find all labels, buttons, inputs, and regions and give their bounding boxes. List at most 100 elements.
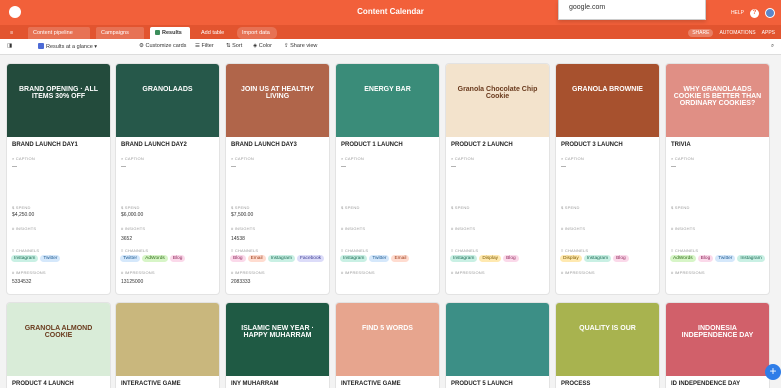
tab-campaigns[interactable]: Campaigns [96, 27, 144, 39]
channel-tags: Instagram Twitter Email [340, 255, 410, 262]
channel-tags: AdWords Blog Twitter Instagram [670, 255, 765, 262]
table-tabs: ≡ Content pipeline Campaigns Results Add… [0, 25, 781, 39]
add-record-button[interactable]: + [765, 364, 781, 380]
spend-label: $ SPEND [121, 205, 140, 210]
record-card[interactable]: GRANOLA ALMOND COOKIE PRODUCT 4 LAUNCH [7, 303, 110, 388]
record-card[interactable]: BRAND OPENING · ALL ITEMS 30% OFF BRAND L… [7, 64, 110, 294]
caption-label: ⌕ CAPTION [231, 156, 254, 161]
card-cover-image: ENERGY BAR [336, 64, 439, 137]
channel-tags: Display Instagram Blog [560, 255, 629, 262]
share-button[interactable]: SHARE [688, 29, 714, 37]
tab-results[interactable]: Results [150, 27, 190, 39]
card-cover-image: Granola Chocolate Chip Cookie [446, 64, 549, 137]
channels-label: ≡ CHANNELS [671, 248, 699, 253]
channel-tag: Twitter [40, 255, 61, 262]
impressions-value: 5334532 [12, 279, 32, 285]
record-card[interactable]: Granola Chocolate Chip Cookie PRODUCT 2 L… [446, 64, 549, 294]
card-title: TRIVIA [671, 142, 691, 148]
caption-value: — [451, 164, 456, 170]
card-cover-image: GRANOLA ALMOND COOKIE [7, 303, 110, 376]
channel-tags: Instagram Display Blog [450, 255, 519, 262]
insights-label: # INSIGHTS [12, 226, 37, 231]
channel-tag: Instagram [583, 255, 612, 262]
search-icon[interactable]: ⌕ [771, 43, 774, 50]
card-cover-image: WHY GRANOLAADS COOKIE IS BETTER THAN ORD… [666, 64, 769, 137]
help-icon[interactable]: ? [750, 8, 759, 18]
record-card[interactable]: GRANOLA BROWNIE PRODUCT 3 LAUNCH ⌕ CAPTION… [556, 64, 659, 294]
impressions-label: # IMPRESSIONS [12, 270, 46, 275]
channel-tags: Twitter AdWords Blog [120, 255, 186, 262]
record-card[interactable]: INDONESIA INDEPENDENCE DAY ID INDEPENDENC… [666, 303, 769, 388]
channel-tag: AdWords [142, 255, 168, 262]
channel-tag: Twitter [715, 255, 736, 262]
channel-tag: Blog [613, 255, 629, 262]
card-cover-image: GRANOLA BROWNIE [556, 64, 659, 137]
tab-label: Content pipeline [33, 30, 73, 36]
insights-label: # INSIGHTS [231, 226, 256, 231]
card-title: INY MUHARRAM [231, 381, 279, 387]
channel-tag: Instagram [340, 255, 368, 262]
impressions-value: 13125000 [121, 279, 144, 285]
caption-value: — [231, 164, 236, 170]
filter-button[interactable]: ☰ Filter [195, 43, 214, 49]
record-card[interactable]: INTERACTIVE GAME [116, 303, 219, 388]
channel-tag: Twitter [120, 255, 141, 262]
spend-label: $ SPEND [12, 205, 31, 210]
channel-tag: Twitter [369, 255, 390, 262]
menu-icon[interactable]: ≡ [5, 27, 18, 39]
customize-cards-button[interactable]: ⚙ Customize cards [139, 43, 186, 49]
card-cover-image: INDONESIA INDEPENDENCE DAY [666, 303, 769, 376]
sidebar-toggle-icon[interactable]: ◨ [7, 43, 12, 49]
channel-tag: Blog [503, 255, 519, 262]
caption-value: — [561, 164, 566, 170]
apps-button[interactable]: APPS [762, 30, 775, 36]
gallery-view-icon [38, 43, 44, 49]
import-data-button[interactable]: Import data [237, 27, 277, 39]
cover-caption: ISLAMIC NEW YEAR · HAPPY MUHARRAM [241, 325, 314, 339]
impressions-label: # IMPRESSIONS [671, 270, 705, 275]
channel-tag: Instagram [267, 255, 295, 262]
cover-caption: ENERGY BAR [364, 86, 411, 93]
spend-label: $ SPEND [451, 205, 470, 210]
caption-value: — [12, 164, 17, 170]
spend-label: $ SPEND [231, 205, 250, 210]
caption-label: ⌕ CAPTION [12, 156, 35, 161]
avatar[interactable] [765, 8, 775, 18]
record-card[interactable]: ISLAMIC NEW YEAR · HAPPY MUHARRAM INY MUH… [226, 303, 329, 388]
record-card[interactable]: GRANOLAADS BRAND LAUNCH DAY2 ⌕ CAPTION — $ S… [116, 64, 219, 294]
share-view-button[interactable]: ⇪ Share view [284, 43, 317, 49]
color-button[interactable]: ◈ Color [253, 43, 272, 49]
card-cover-image [446, 303, 549, 376]
record-card[interactable]: QUALITY IS OUR PROCESS [556, 303, 659, 388]
spend-label: $ SPEND [671, 205, 690, 210]
channel-tag: Instagram [450, 255, 478, 262]
channels-label: ≡ CHANNELS [451, 248, 479, 253]
impressions-label: # IMPRESSIONS [561, 270, 595, 275]
insights-label: # INSIGHTS [341, 226, 366, 231]
cover-caption: INDONESIA INDEPENDENCE DAY [681, 325, 754, 339]
record-card[interactable]: JOIN US AT HEALTHY LIVING BRAND LAUNCH DA… [226, 64, 329, 294]
card-title: PROCESS [561, 381, 591, 387]
table-icon [155, 30, 160, 36]
view-name: Results at a glance [46, 44, 93, 50]
view-toolbar: ◨ Results at a glance ▾ ⚙ Customize card… [0, 39, 781, 55]
tab-label: Results [162, 30, 182, 36]
card-cover-image [116, 303, 219, 376]
channel-tags: Blog Email Instagram Facebook [230, 255, 325, 262]
spend-value: $6,000.00 [121, 212, 144, 218]
url-popup: google.com [558, 0, 706, 20]
record-card[interactable]: PRODUCT 5 LAUNCH [446, 303, 549, 388]
record-card[interactable]: ENERGY BAR PRODUCT 1 LAUNCH ⌕ CAPTION — $ SP… [336, 64, 439, 294]
help-label[interactable]: HELP [731, 10, 744, 16]
record-card[interactable]: FIND 5 WORDS INTERACTIVE GAME [336, 303, 439, 388]
automations-button[interactable]: AUTOMATIONS [719, 30, 755, 36]
tab-content-pipeline[interactable]: Content pipeline [28, 27, 90, 39]
sort-button[interactable]: ⇅ Sort [226, 43, 242, 49]
insights-label: # INSIGHTS [671, 226, 696, 231]
record-card[interactable]: WHY GRANOLAADS COOKIE IS BETTER THAN ORD… [666, 64, 769, 294]
card-cover-image: QUALITY IS OUR [556, 303, 659, 376]
add-table-button[interactable]: Add table [196, 27, 234, 39]
view-switcher[interactable]: Results at a glance ▾ [38, 43, 97, 50]
channel-tag: Display [479, 255, 502, 262]
top-right-controls: HELP ? [731, 8, 775, 18]
